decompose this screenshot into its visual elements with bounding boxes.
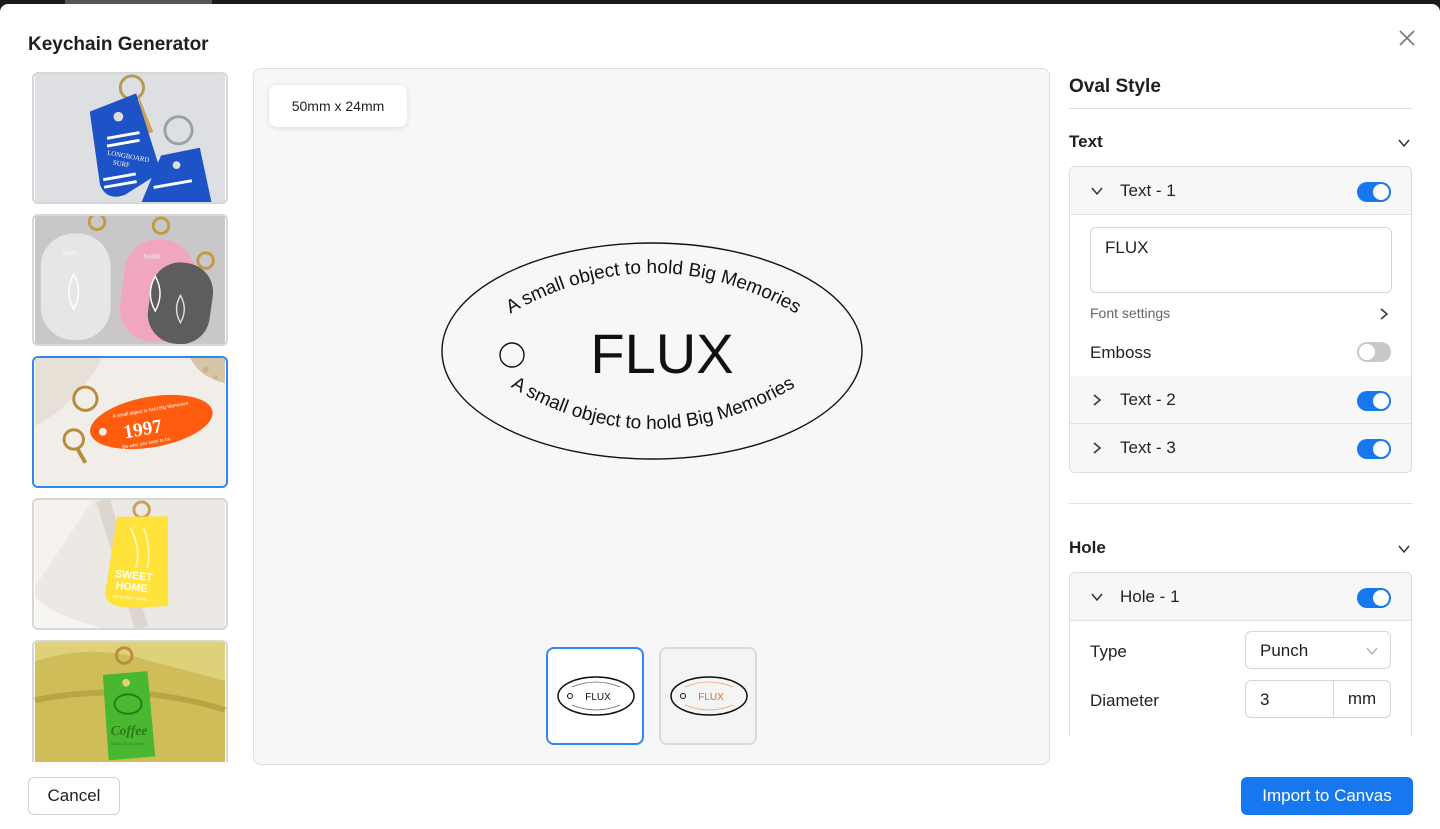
motel-tag-image: LONGBOARD SURF: [34, 74, 226, 202]
hole-item-1-label: Hole - 1: [1120, 587, 1180, 606]
text-item-3-toggle[interactable]: [1357, 439, 1391, 459]
template-thumb-yellow-tag[interactable]: SWEET HOME Home Sweet Home: [32, 498, 228, 630]
green-tag-image: Coffee INDULGE SLOWLY: [34, 642, 226, 762]
chevron-right-icon[interactable]: [1378, 307, 1390, 321]
text-item-1-header[interactable]: Text - 1: [1070, 167, 1411, 215]
template-list: LONGBOARD SURF SOUL NAME 1997 A small ob…: [32, 72, 229, 762]
emboss-label: Emboss: [1090, 343, 1152, 362]
divider: [1069, 108, 1413, 109]
import-to-canvas-button[interactable]: Import to Canvas: [1241, 777, 1413, 815]
clear-oval-text-2: NAME: [144, 255, 162, 261]
text-item-2-label: Text - 2: [1120, 390, 1176, 409]
hole-diameter-label: Diameter: [1090, 691, 1159, 710]
settings-panel: Oval Style Text Text - 1 FLUX Font setti…: [1069, 68, 1414, 736]
font-settings-label[interactable]: Font settings: [1090, 305, 1170, 321]
keychain-generator-dialog: Keychain Generator LONGBOARD SURF SOUL N…: [0, 4, 1440, 829]
keychain-design: A small object to hold Big Memories A sm…: [441, 242, 863, 460]
hole-section-header[interactable]: Hole: [1069, 538, 1413, 562]
chevron-down-icon: [1398, 545, 1410, 554]
preview-canvas: 50mm x 24mm A small object to hold Big M…: [253, 68, 1050, 765]
arc-top-text: A small object to hold Big Memories: [502, 257, 804, 318]
chevron-right-icon: [1093, 442, 1102, 454]
orange-oval-image: 1997 A small object to hold Big Memories…: [34, 358, 226, 486]
hole-type-label: Type: [1090, 642, 1127, 661]
hole-diameter-value: 3: [1260, 690, 1270, 709]
chevron-down-icon: [1398, 139, 1410, 148]
text-1-input[interactable]: FLUX: [1090, 227, 1392, 293]
cancel-button[interactable]: Cancel: [28, 777, 120, 815]
text-items-box: Text - 1 FLUX Font settings Emboss Text …: [1069, 166, 1412, 473]
template-thumb-clear-oval[interactable]: SOUL NAME: [32, 214, 228, 346]
variant-orange[interactable]: FLUX: [659, 647, 757, 745]
template-thumb-green-tag[interactable]: Coffee INDULGE SLOWLY: [32, 640, 228, 762]
text-item-3-label: Text - 3: [1120, 438, 1176, 457]
hole-items-box: Hole - 1 Type Punch Diameter 3 mm: [1069, 572, 1412, 736]
variant-orange-text: FLUX: [698, 692, 724, 703]
chevron-down-icon: [1366, 647, 1378, 656]
emboss-toggle[interactable]: [1357, 342, 1391, 362]
text-item-2-header[interactable]: Text - 2: [1070, 376, 1411, 424]
dialog-title: Keychain Generator: [28, 34, 209, 55]
clear-oval-text-1: SOUL: [62, 251, 78, 257]
chevron-right-icon: [1093, 394, 1102, 406]
hole-type-value: Punch: [1260, 641, 1309, 660]
text-item-3-header[interactable]: Text - 3: [1070, 424, 1411, 472]
template-thumb-motel-tag[interactable]: LONGBOARD SURF: [32, 72, 228, 204]
arc-top-textpath: A small object to hold Big Memories: [502, 257, 804, 318]
clear-oval-image: SOUL NAME: [34, 216, 226, 344]
text-section-header[interactable]: Text: [1069, 132, 1413, 156]
chevron-down-icon: [1091, 593, 1103, 602]
variant-black-preview: FLUX: [557, 676, 635, 716]
green-tag-text-1: Coffee: [111, 723, 148, 738]
text-item-2-toggle[interactable]: [1357, 391, 1391, 411]
hole-item-1-toggle[interactable]: [1357, 588, 1391, 608]
variant-black-text: FLUX: [585, 692, 611, 703]
hole-section-label: Hole: [1069, 538, 1106, 557]
close-icon[interactable]: [1395, 26, 1419, 50]
text-item-1-toggle[interactable]: [1357, 182, 1391, 202]
hole-type-select[interactable]: Punch: [1245, 631, 1391, 669]
hole-diameter-input[interactable]: 3 mm: [1245, 680, 1391, 718]
text-item-1-label: Text - 1: [1120, 181, 1176, 200]
template-thumb-orange-oval[interactable]: 1997 A small object to hold Big Memories…: [32, 356, 228, 488]
size-label: 50mm x 24mm: [269, 85, 407, 127]
yellow-tag-image: SWEET HOME Home Sweet Home: [34, 500, 226, 628]
variant-orange-preview: FLUX: [670, 676, 748, 716]
divider: [1069, 503, 1413, 504]
hole-item-1-header[interactable]: Hole - 1: [1070, 573, 1411, 621]
variant-black[interactable]: FLUX: [546, 647, 644, 745]
text-section-label: Text: [1069, 132, 1103, 151]
panel-title: Oval Style: [1069, 76, 1161, 97]
hole-marker: [499, 342, 525, 368]
hole-diameter-unit: mm: [1333, 681, 1390, 717]
chevron-down-icon: [1091, 187, 1103, 196]
green-tag-text-2: INDULGE SLOWLY: [111, 741, 145, 746]
main-text: FLUX: [590, 322, 733, 385]
